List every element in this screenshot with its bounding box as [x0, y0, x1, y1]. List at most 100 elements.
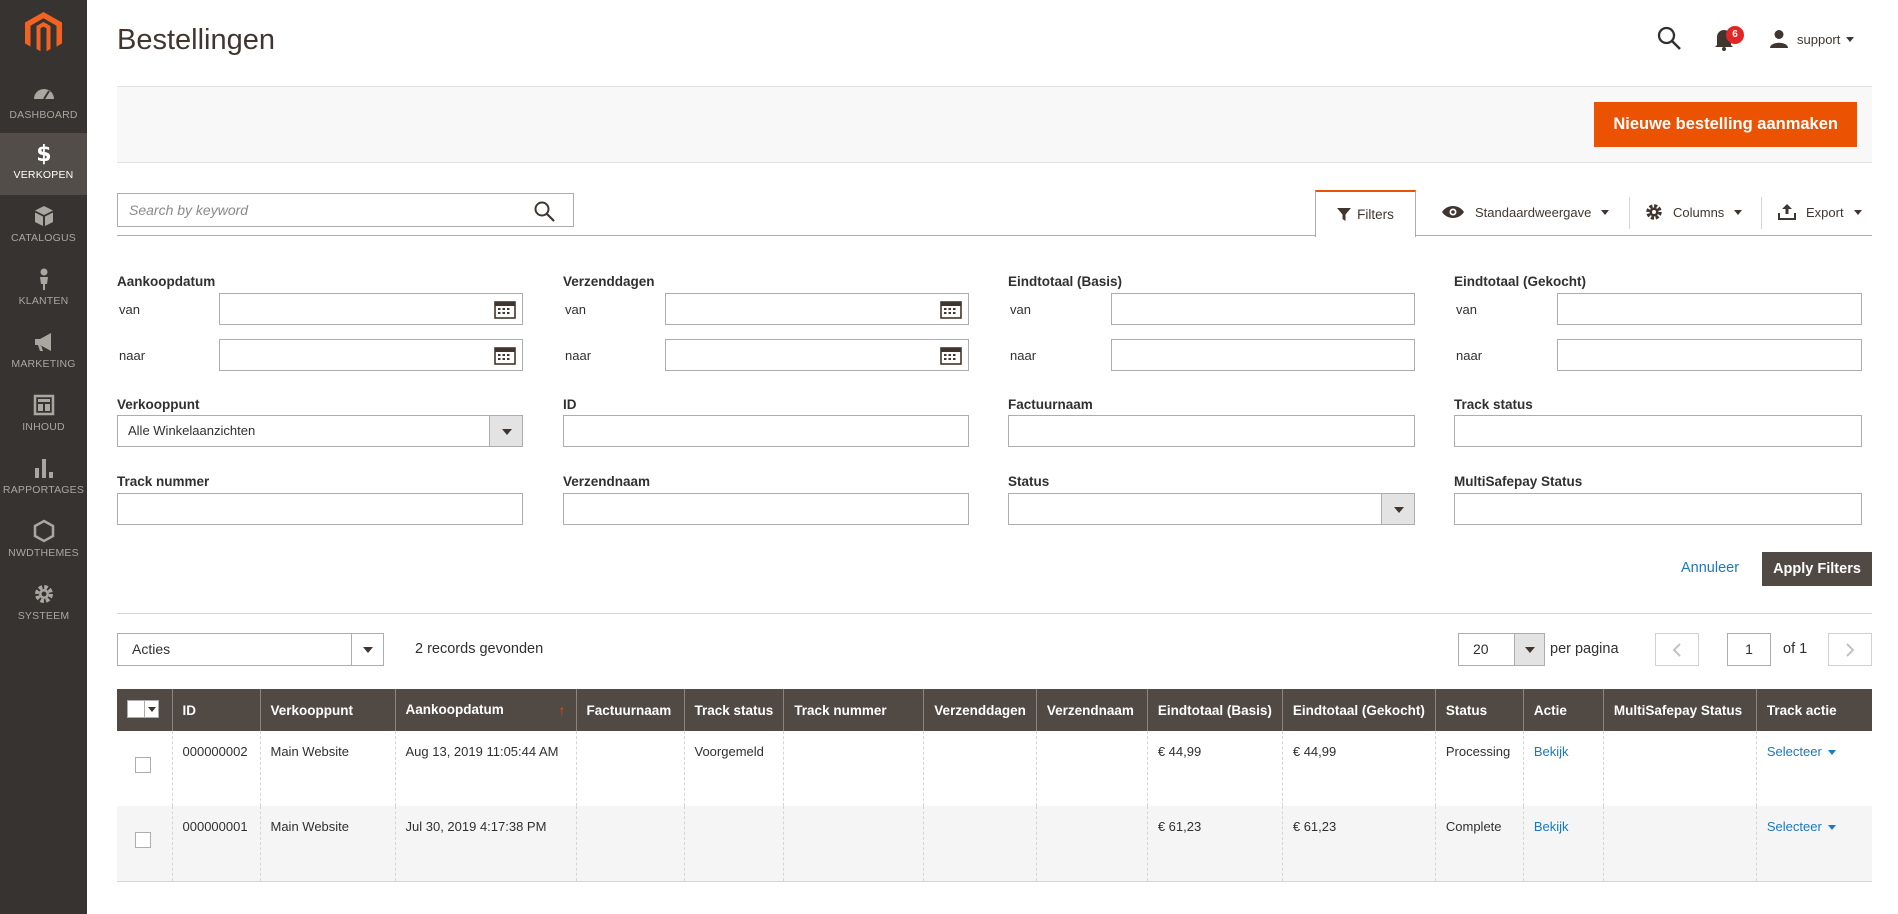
view-selector[interactable]: Standaardweergave — [1441, 200, 1610, 224]
column-header-factuurnaam[interactable]: Factuurnaam — [575, 689, 684, 731]
column-header-track-status[interactable]: Track status — [683, 689, 784, 731]
new-order-button[interactable]: Nieuwe bestelling aanmaken — [1594, 102, 1857, 147]
export-selector[interactable]: Export — [1778, 200, 1862, 224]
calendar-icon[interactable] — [940, 345, 962, 365]
shipping-name-input[interactable] — [563, 493, 969, 525]
nav-marketing[interactable]: MARKETING — [0, 322, 87, 384]
status-select[interactable] — [1008, 493, 1415, 525]
table-row[interactable]: 000000002 Main Website Aug 13, 2019 11:0… — [117, 731, 1872, 806]
cancel-filters-link[interactable]: Annuleer — [1681, 560, 1739, 576]
magento-logo-icon[interactable] — [25, 12, 62, 54]
nav-systeem[interactable]: SYSTEEM — [0, 574, 87, 636]
table-row[interactable]: 000000001 Main Website Jul 30, 2019 4:17… — [117, 806, 1872, 882]
cell-eindtotaal-basis: € 61,23 — [1146, 806, 1283, 882]
cell-verkooppunt: Main Website — [259, 806, 395, 882]
orders-grid: ID Verkooppunt Aankoopdatum ↑ Factuurnaam… — [117, 689, 1872, 882]
filter-to-label: naar — [1010, 348, 1037, 363]
nav-label: DASHBOARD — [9, 109, 78, 121]
grand-total-base-to-input[interactable] — [1111, 339, 1415, 371]
column-header-verzendnaam[interactable]: Verzendnaam — [1035, 689, 1148, 731]
row-checkbox[interactable] — [135, 757, 151, 773]
row-checkbox[interactable] — [135, 832, 151, 848]
column-header-multisafepay-status[interactable]: MultiSafepay Status — [1602, 689, 1757, 731]
cell-verzendnaam — [1035, 806, 1148, 882]
person-icon — [39, 268, 48, 290]
mass-actions-select[interactable]: Acties — [117, 633, 384, 666]
column-header-aankoopdatum[interactable]: Aankoopdatum ↑ — [394, 689, 576, 731]
view-order-link[interactable]: Bekijk — [1534, 744, 1569, 759]
page-actions-bar: Nieuwe bestelling aanmaken — [117, 86, 1872, 163]
track-action-select[interactable]: Selecteer — [1767, 819, 1836, 834]
calendar-icon[interactable] — [940, 299, 962, 319]
column-header-verkooppunt[interactable]: Verkooppunt — [259, 689, 395, 731]
per-page-select[interactable]: 20 — [1458, 633, 1545, 666]
filter-from-label: van — [565, 302, 586, 317]
search-icon[interactable] — [533, 200, 555, 222]
track-number-input[interactable] — [117, 493, 523, 525]
billing-name-input[interactable] — [1008, 415, 1415, 447]
user-menu[interactable]: support — [1769, 27, 1855, 51]
notification-count-badge[interactable]: 6 — [1726, 26, 1744, 44]
cell-verkooppunt: Main Website — [259, 731, 395, 806]
grand-total-purchased-to-input[interactable] — [1557, 339, 1862, 371]
mass-select-header[interactable] — [117, 689, 172, 731]
filter-from-label: van — [1456, 302, 1477, 317]
apply-filters-button[interactable]: Apply Filters — [1762, 552, 1872, 586]
cell-id: 000000001 — [171, 806, 260, 882]
filter-label-verzendnaam: Verzendnaam — [563, 474, 651, 489]
nav-nwdthemes[interactable]: NWDTHEMES — [0, 511, 87, 573]
column-header-eindtotaal-basis[interactable]: Eindtotaal (Basis) — [1146, 689, 1283, 731]
filter-label-factuurnaam: Factuurnaam — [1008, 397, 1093, 412]
gear-icon — [34, 585, 53, 603]
dollar-icon: $ — [36, 142, 52, 165]
calendar-icon[interactable] — [494, 299, 516, 319]
columns-selector[interactable]: Columns — [1645, 200, 1743, 224]
nav-label: SYSTEEM — [17, 610, 70, 622]
user-name: support — [1797, 31, 1841, 47]
grand-total-purchased-from-input[interactable] — [1557, 293, 1862, 325]
purchase-date-to-input[interactable] — [219, 339, 523, 371]
search-icon[interactable] — [1656, 25, 1682, 51]
mass-select-checkbox[interactable] — [127, 700, 159, 718]
box-icon — [34, 206, 53, 226]
calendar-icon[interactable] — [494, 345, 516, 365]
row-select-cell — [117, 806, 172, 882]
page-number-input[interactable]: 1 — [1727, 633, 1771, 666]
nav-catalogus[interactable]: CATALOGUS — [0, 196, 87, 258]
column-header-track-actie: Track actie — [1755, 689, 1872, 731]
track-action-select[interactable]: Selecteer — [1767, 744, 1836, 759]
search-input[interactable] — [118, 194, 518, 226]
track-status-input[interactable] — [1454, 415, 1862, 447]
layout-icon — [33, 394, 54, 416]
export-icon — [1778, 204, 1796, 220]
column-header-eindtotaal-gekocht[interactable]: Eindtotaal (Gekocht) — [1281, 689, 1436, 731]
id-input[interactable] — [563, 415, 969, 447]
nav-inhoud[interactable]: INHOUD — [0, 385, 87, 447]
next-page-button[interactable] — [1828, 633, 1872, 666]
column-header-status[interactable]: Status — [1434, 689, 1524, 731]
column-header-id[interactable]: ID — [171, 689, 260, 731]
previous-page-button[interactable] — [1655, 633, 1699, 666]
view-label: Standaardweergave — [1475, 204, 1592, 220]
svg-text:$: $ — [36, 142, 52, 165]
track-action-label: Selecteer — [1766, 819, 1822, 834]
filter-from-label: van — [1010, 302, 1031, 317]
chevron-down-icon — [1381, 494, 1414, 524]
purchase-date-from-input[interactable] — [219, 293, 523, 325]
nav-klanten[interactable]: KLANTEN — [0, 259, 87, 321]
store-view-select[interactable]: Alle Winkelaanzichten — [117, 415, 523, 447]
multisafepay-status-input[interactable] — [1454, 493, 1862, 525]
cell-verzenddagen — [923, 806, 1037, 882]
column-header-verzenddagen[interactable]: Verzenddagen — [923, 689, 1037, 731]
track-action-label: Selecteer — [1766, 744, 1822, 759]
shipping-days-to-input[interactable] — [665, 339, 969, 371]
nav-verkopen[interactable]: $ VERKOPEN — [0, 133, 87, 195]
nav-dashboard[interactable]: DASHBOARD — [0, 73, 87, 135]
column-header-track-nummer[interactable]: Track nummer — [783, 689, 924, 731]
filters-tab[interactable]: Filters — [1315, 190, 1416, 237]
shipping-days-from-input[interactable] — [665, 293, 969, 325]
grand-total-base-from-input[interactable] — [1111, 293, 1415, 325]
keyword-search — [117, 193, 574, 227]
nav-rapportages[interactable]: RAPPORTAGES — [0, 448, 87, 510]
view-order-link[interactable]: Bekijk — [1534, 819, 1569, 834]
